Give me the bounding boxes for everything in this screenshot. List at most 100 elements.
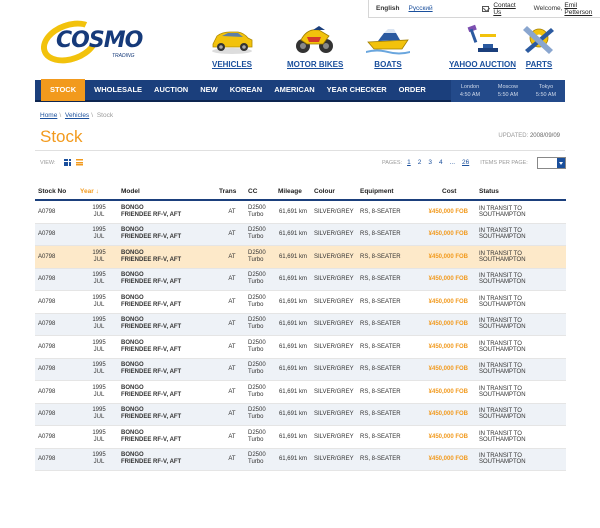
contact-link-wrap[interactable]: Contact Us xyxy=(481,2,520,16)
cell-model[interactable]: BONGO FRIENDEE RF-V, AFT xyxy=(118,407,216,421)
breadcrumb-vehicles[interactable]: Vehicles xyxy=(65,112,89,119)
nav-year-checker[interactable]: YEAR CHECKER xyxy=(321,79,393,101)
header-mileage[interactable]: Mileage xyxy=(270,188,310,195)
header-stock-no[interactable]: Stock No xyxy=(35,188,77,195)
page-link[interactable]: 3 xyxy=(428,159,432,166)
category-yahoo-auction[interactable]: YAHOO AUCTION xyxy=(449,22,516,69)
cell-model[interactable]: BONGO FRIENDEE RF-V, AFT xyxy=(118,295,216,309)
table-body: A0798 1995 JUL BONGO FRIENDEE RF-V, AFT AT D25… xyxy=(35,201,566,471)
cell-cost: ¥450,000 FOB xyxy=(428,253,468,260)
category-label: BOATS xyxy=(374,60,402,69)
cell-mileage: 61,691 km xyxy=(278,231,307,238)
topbar: English Русский Contact Us Welcome, Emil… xyxy=(368,0,600,17)
category-boats[interactable]: BOATS xyxy=(366,22,410,69)
items-per-page-select[interactable] xyxy=(537,157,566,169)
category-parts[interactable]: PARTS xyxy=(517,22,561,69)
cell-equipment: RS, 8-SEATER xyxy=(360,208,401,215)
cell-month-value: JUL xyxy=(93,414,105,421)
cell-status: IN TRANSIT TO SOUTHAMPTON xyxy=(479,250,526,263)
cell-status: IN TRANSIT TO SOUTHAMPTON xyxy=(479,273,526,286)
cell-model[interactable]: BONGO FRIENDEE RF-V, AFT xyxy=(118,227,216,241)
table-row[interactable]: A0798 1995 JUL BONGO FRIENDEE RF-V, AFT AT D25… xyxy=(35,448,566,471)
nav-auction[interactable]: AUCTION xyxy=(148,79,194,101)
cell-model-name: FRIENDEE RF-V, AFT xyxy=(121,279,182,286)
cell-colour: SILVER/GREY xyxy=(314,276,354,283)
table-row[interactable]: A0798 1995 JUL BONGO FRIENDEE RF-V, AFT AT D25… xyxy=(35,336,566,359)
cell-stock-no: A0798 xyxy=(38,343,56,350)
cell-cc-type: Turbo xyxy=(248,459,264,466)
table-row[interactable]: A0798 1995 JUL BONGO FRIENDEE RF-V, AFT AT D25… xyxy=(35,313,566,336)
list-view-icon[interactable] xyxy=(75,159,83,166)
header-trans[interactable]: Trans xyxy=(216,188,245,195)
cell-equipment: RS, 8-SEATER xyxy=(360,366,401,373)
cell-model[interactable]: BONGO FRIENDEE RF-V, AFT xyxy=(118,452,216,466)
header-colour[interactable]: Colour xyxy=(310,188,353,195)
cell-model[interactable]: BONGO FRIENDEE RF-V, AFT xyxy=(118,205,216,219)
grid-view-icon[interactable] xyxy=(63,159,71,166)
cell-month-value: JUL xyxy=(93,346,105,353)
cosmo-logo[interactable]: COSMO TRADING xyxy=(34,12,143,72)
cell-cc: D2500 Turbo xyxy=(245,452,270,466)
page-link[interactable]: 4 xyxy=(439,159,443,166)
nav-new[interactable]: NEW xyxy=(194,79,224,101)
cell-model[interactable]: BONGO FRIENDEE RF-V, AFT xyxy=(118,250,216,264)
table-row[interactable]: A0798 1995 JUL BONGO FRIENDEE RF-V, AFT AT D25… xyxy=(35,426,566,449)
header-status[interactable]: Status xyxy=(471,188,566,195)
cell-cc-engine: D2500 xyxy=(248,362,266,369)
cell-cost: ¥450,000 FOB xyxy=(428,343,468,350)
cell-cc: D2500 Turbo xyxy=(245,430,270,444)
cell-status: IN TRANSIT TO SOUTHAMPTON xyxy=(479,408,526,421)
header-year[interactable]: Year ↓ xyxy=(77,188,118,195)
category-motor-bikes[interactable]: MOTOR BIKES xyxy=(287,22,343,69)
nav-american[interactable]: AMERICAN xyxy=(268,79,320,101)
table-row[interactable]: A0798 1995 JUL BONGO FRIENDEE RF-V, AFT AT D25… xyxy=(35,268,566,291)
cell-status: IN TRANSIT TO SOUTHAMPTON xyxy=(479,205,526,218)
cell-year-value: 1995 xyxy=(92,384,106,391)
cell-trans: AT xyxy=(228,456,236,463)
header-model[interactable]: Model xyxy=(118,188,216,195)
clock-moscow: Moscow 5:50 AM xyxy=(489,80,527,102)
language-english[interactable]: English xyxy=(376,5,399,12)
cell-model[interactable]: BONGO FRIENDEE RF-V, AFT xyxy=(118,317,216,331)
cell-model[interactable]: BONGO FRIENDEE RF-V, AFT xyxy=(118,362,216,376)
language-russian[interactable]: Русский xyxy=(408,5,432,12)
cell-model[interactable]: BONGO FRIENDEE RF-V, AFT xyxy=(118,430,216,444)
user-name-link[interactable]: Emil Petterson xyxy=(564,2,600,16)
nav-order[interactable]: ORDER xyxy=(393,79,432,101)
table-row[interactable]: A0798 1995 JUL BONGO FRIENDEE RF-V, AFT AT D25… xyxy=(35,223,566,246)
cell-equipment: RS, 8-SEATER xyxy=(360,411,401,418)
breadcrumb-separator: \ xyxy=(59,112,62,119)
nav-stock[interactable]: STOCK xyxy=(41,79,86,101)
table-row[interactable]: A0798 1995 JUL BONGO FRIENDEE RF-V, AFT AT D25… xyxy=(35,358,566,381)
table-row[interactable]: A0798 1995 JUL BONGO FRIENDEE RF-V, AFT AT D25… xyxy=(35,246,566,269)
breadcrumb-home[interactable]: Home xyxy=(40,112,57,119)
cell-equipment: RS, 8-SEATER xyxy=(360,456,401,463)
contact-us-link[interactable]: Contact Us xyxy=(493,2,519,16)
topbar-rule xyxy=(368,17,600,18)
nav-wholesale[interactable]: WHOLESALE xyxy=(88,79,148,101)
header-cost[interactable]: Cost xyxy=(422,188,471,195)
table-header: Stock No Year ↓ Model Trans CC Mileage C… xyxy=(35,183,566,201)
table-row[interactable]: A0798 1995 JUL BONGO FRIENDEE RF-V, AFT AT D25… xyxy=(35,381,566,404)
page-link[interactable]: 1 xyxy=(407,159,411,166)
cell-model[interactable]: BONGO FRIENDEE RF-V, AFT xyxy=(118,272,216,286)
category-label: PARTS xyxy=(525,60,553,69)
cell-model[interactable]: BONGO FRIENDEE RF-V, AFT xyxy=(118,340,216,354)
table-row[interactable]: A0798 1995 JUL BONGO FRIENDEE RF-V, AFT AT D25… xyxy=(35,291,566,314)
cell-trans: AT xyxy=(228,411,236,418)
cell-mileage: 61,691 km xyxy=(278,411,307,418)
table-row[interactable]: A0798 1995 JUL BONGO FRIENDEE RF-V, AFT AT D25… xyxy=(35,403,566,426)
page-link[interactable]: 2 xyxy=(418,159,422,166)
cell-model-make: BONGO xyxy=(121,429,144,436)
cell-cc-type: Turbo xyxy=(248,391,264,398)
category-vehicles[interactable]: VEHICLES xyxy=(210,22,254,69)
header-cc[interactable]: CC xyxy=(245,188,270,195)
header-equipment[interactable]: Equipment xyxy=(353,188,422,195)
items-per-page-label: ITEMS PER PAGE: xyxy=(480,159,528,166)
cell-model[interactable]: BONGO FRIENDEE RF-V, AFT xyxy=(118,385,216,399)
table-row[interactable]: A0798 1995 JUL BONGO FRIENDEE RF-V, AFT AT D25… xyxy=(35,201,566,224)
cell-trans: AT xyxy=(228,388,236,395)
cell-model-name: FRIENDEE RF-V, AFT xyxy=(121,301,182,308)
page-link[interactable]: 26 xyxy=(462,159,469,166)
nav-korean[interactable]: KOREAN xyxy=(224,79,269,101)
